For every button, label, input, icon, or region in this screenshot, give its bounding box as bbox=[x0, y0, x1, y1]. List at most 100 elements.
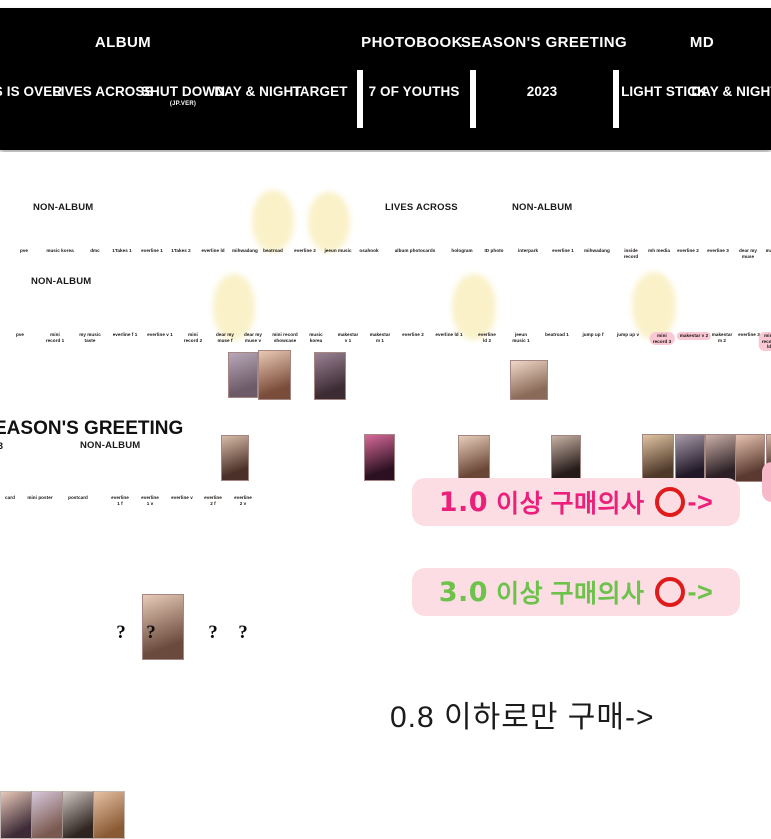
item-label: everline 2 f bbox=[204, 495, 222, 506]
item-label: mini record 3 bbox=[649, 332, 675, 346]
item-label: everline 1 bbox=[552, 248, 574, 253]
banner-item-label: TARGET bbox=[292, 84, 348, 99]
question-mark: ? bbox=[238, 622, 248, 643]
section-subtitle-year: 3 bbox=[0, 441, 4, 451]
item-label: ma bbox=[765, 248, 771, 253]
item-label: everline 2 bbox=[677, 248, 699, 253]
badge-arrow: -> bbox=[687, 486, 714, 517]
banner-item-sublabel: (JP.VER) bbox=[169, 101, 197, 107]
question-mark: ? bbox=[208, 622, 218, 643]
photo-thumbnail bbox=[551, 435, 581, 481]
banner-item-label: SHUT DOWN bbox=[140, 84, 226, 99]
photo-thumbnail bbox=[735, 434, 765, 482]
item-label: album photocards bbox=[394, 248, 436, 253]
item-label: mh media bbox=[648, 248, 670, 253]
item-label: makestar m 1 bbox=[369, 332, 391, 343]
circle-icon bbox=[654, 577, 685, 607]
item-label: everline v 1 bbox=[147, 332, 173, 337]
item-label: beatroad bbox=[263, 248, 283, 253]
item-label: dear my muse f bbox=[216, 332, 234, 343]
item-label: everline 3 bbox=[707, 248, 729, 253]
item-label: everline 2 bbox=[294, 248, 316, 253]
item-label: everline ld bbox=[201, 248, 225, 253]
item-label: interpark bbox=[517, 248, 539, 253]
banner-item-6: 2023 bbox=[527, 84, 557, 99]
item-label: everline 1 bbox=[141, 248, 163, 253]
item-label: makestar m 2 bbox=[711, 332, 733, 343]
edge-pink-sliver bbox=[762, 462, 771, 502]
photocard bbox=[62, 791, 94, 839]
photocard bbox=[93, 791, 125, 839]
badge-purchase-3[interactable]: 3.0 이상 구매의사 -> bbox=[412, 568, 740, 616]
section-label-non-album-1: NON-ALBUM bbox=[33, 202, 94, 213]
item-label: everline 2 bbox=[402, 332, 424, 337]
highlight-blob bbox=[308, 192, 350, 252]
highlight-blob bbox=[252, 190, 294, 252]
banner-category-1: PHOTOBOOK bbox=[361, 34, 463, 51]
banner-item-label: LIVES ACROSS bbox=[52, 84, 154, 99]
item-label: mihwadang bbox=[232, 248, 258, 253]
photo-thumbnail-image bbox=[365, 435, 394, 480]
item-label: everline 3 bbox=[738, 332, 760, 337]
photocard bbox=[31, 791, 63, 839]
item-label: card bbox=[5, 495, 15, 500]
photocard-image bbox=[63, 792, 93, 838]
item-label: dear my muse v bbox=[244, 332, 262, 343]
item-label: everline ld 2 bbox=[478, 332, 496, 343]
photo-thumbnail bbox=[258, 350, 291, 400]
banner-category-row: ALBUM PHOTOBOOK SEASON'S GREETING MD bbox=[0, 8, 771, 64]
badge-number: 3.0 bbox=[438, 576, 489, 608]
photo-thumbnail bbox=[642, 434, 674, 482]
banner-divider-1 bbox=[470, 70, 476, 128]
photo-thumbnail bbox=[705, 434, 736, 482]
item-label: jeeun music bbox=[324, 248, 352, 253]
item-label: hologram bbox=[451, 248, 473, 253]
highlight-blob bbox=[452, 274, 496, 340]
item-label: everline 1 v bbox=[141, 495, 159, 506]
photocard-image bbox=[94, 792, 124, 838]
item-label: mini poster bbox=[27, 495, 53, 500]
photo-thumbnail-image bbox=[511, 361, 547, 399]
photo-thumbnail-image bbox=[259, 351, 290, 399]
item-label: everline f 1 bbox=[112, 332, 138, 337]
item-label: jump up v bbox=[616, 332, 640, 337]
banner-item-8: DAY & NIGHT bbox=[691, 84, 771, 99]
highlight-blob bbox=[632, 272, 676, 340]
item-label: makestar v 1 bbox=[337, 332, 359, 343]
item-label: everline v bbox=[171, 495, 193, 500]
photocard-image bbox=[32, 792, 62, 838]
item-label: everline 2 v bbox=[234, 495, 252, 506]
item-label: jump up f bbox=[582, 332, 604, 337]
photo-thumbnail-image bbox=[706, 435, 735, 481]
item-label: mini record 1 bbox=[45, 332, 65, 343]
banner-item-row: S IS OVER LIVES ACROSS SHUT DOWN (JP.VER) DA… bbox=[0, 64, 771, 124]
item-label: pve bbox=[15, 332, 25, 337]
banner-item-label: DAY & NIGHT bbox=[691, 84, 771, 99]
highlight-blob bbox=[213, 274, 255, 340]
item-label: mini record showcase bbox=[272, 332, 298, 343]
badge-purchase-1[interactable]: 1.0 이상 구매의사 -> bbox=[412, 478, 740, 526]
badge-arrow: -> bbox=[687, 576, 714, 607]
photo-thumbnail bbox=[458, 435, 490, 481]
photo-thumbnail bbox=[228, 352, 258, 398]
question-mark: ? bbox=[146, 622, 156, 643]
photo-thumbnail-image bbox=[459, 436, 489, 480]
checklist-sheet: NON-ALBUM LIVES ACROSS NON-ALBUM NON-ALB… bbox=[0, 152, 771, 839]
section-label-non-album-2: NON-ALBUM bbox=[512, 202, 573, 213]
item-label: mini record 2 bbox=[183, 332, 203, 343]
photo-thumbnail bbox=[221, 435, 249, 481]
photo-thumbnail-image bbox=[222, 436, 248, 480]
item-label: music korea bbox=[309, 332, 323, 343]
item-label: mihwadang bbox=[584, 248, 610, 253]
item-label: inside record bbox=[623, 248, 639, 259]
item-label: dear my muse bbox=[739, 248, 757, 259]
question-mark: ? bbox=[116, 622, 126, 643]
section-title-seasons-greeting: EASON'S GREETING bbox=[0, 418, 184, 439]
item-label: osahook bbox=[359, 248, 379, 253]
item-label: everline ld 1 bbox=[435, 332, 463, 337]
item-label: makestar v 2 bbox=[676, 332, 712, 340]
item-label: music korea bbox=[46, 248, 74, 253]
item-label: ID photo bbox=[484, 248, 504, 253]
item-label: 1Takes 2 bbox=[171, 248, 191, 253]
item-label: dmc bbox=[90, 248, 100, 253]
